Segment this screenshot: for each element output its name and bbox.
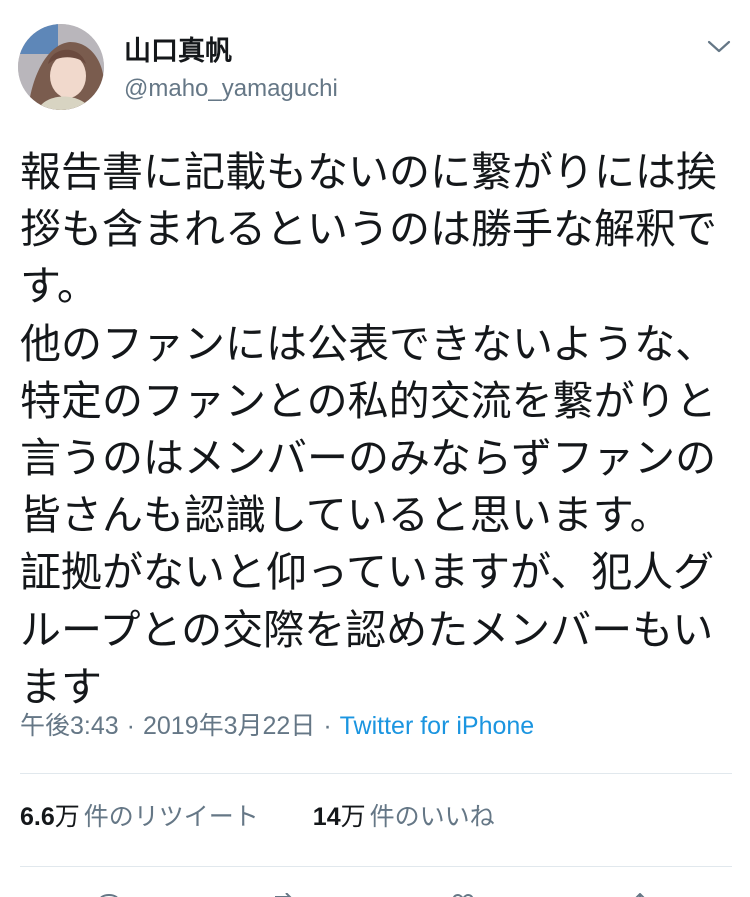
like-label: 件のいいね <box>369 803 495 831</box>
separator-dot: · <box>323 712 332 740</box>
like-number: 14 <box>312 803 341 831</box>
tweet-metadata: 午後3:43 · 2019年3月22日 · Twitter for iPhone <box>20 709 534 743</box>
display-name[interactable]: 山口真帆 <box>124 36 232 68</box>
action-bar <box>0 880 750 897</box>
tweet-source-link[interactable]: Twitter for iPhone <box>340 712 535 740</box>
engagement-stats: 6.6万 件のリツイート 14万 件のいいね <box>20 800 495 834</box>
tweet-time[interactable]: 午後3:43 <box>20 712 119 740</box>
retweet-label: 件のリツイート <box>83 803 259 831</box>
retweet-number: 6.6 <box>20 803 55 831</box>
tweet-date[interactable]: 2019年3月22日 <box>143 712 315 740</box>
retweet-unit: 万 <box>54 803 80 831</box>
avatar[interactable] <box>18 24 104 110</box>
divider <box>20 773 732 774</box>
reply-icon[interactable] <box>96 888 122 897</box>
tweet-text: 報告書に記載もないのに繋がりには挨 拶も含まれるというのは勝手な解釈で す。 他… <box>20 148 717 711</box>
separator-dot: · <box>126 712 135 740</box>
like-icon[interactable] <box>450 888 476 897</box>
username-handle[interactable]: @maho_yamaguchi <box>124 74 338 104</box>
retweet-icon[interactable] <box>272 888 298 897</box>
share-icon[interactable] <box>627 888 653 897</box>
avatar-photo <box>18 24 104 110</box>
retweet-count[interactable]: 6.6万 件のリツイート <box>20 800 259 834</box>
like-count[interactable]: 14万 件のいいね <box>313 800 495 834</box>
like-unit: 万 <box>340 803 366 831</box>
chevron-down-icon[interactable] <box>705 37 733 57</box>
divider <box>20 866 732 867</box>
